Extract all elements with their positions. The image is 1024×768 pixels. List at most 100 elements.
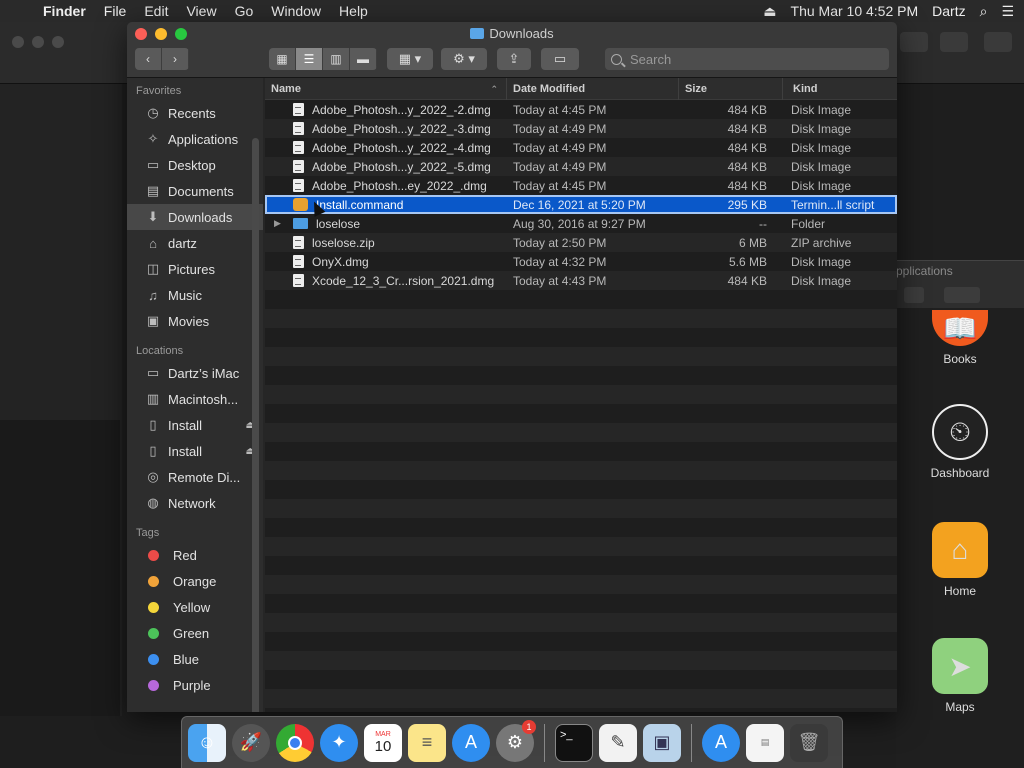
table-row[interactable]: loselose.zip Today at 2:50 PM 6 MB ZIP arch… [265, 233, 897, 252]
file-name-cell: loselose.zip [265, 236, 507, 250]
locations-heading: Locations [136, 345, 184, 357]
menu-bar: Finder File Edit View Go Window Help ⏏ T… [0, 0, 1024, 22]
eject-menu-icon[interactable]: ⏏ [763, 3, 776, 20]
sidebar-item-pictures[interactable]: ◫ Pictures [127, 256, 263, 282]
sidebar-item-desktop[interactable]: ▭ Desktop [127, 152, 263, 178]
sidebar-tag-yellow[interactable]: Yellow [127, 594, 263, 620]
gallery-view-button[interactable]: ▬ [350, 48, 377, 70]
table-row[interactable]: Adobe_Photosh...y_2022_-5.dmg Today at 4:… [265, 157, 897, 176]
download-icon[interactable] [900, 32, 928, 52]
app-books[interactable]: 📖 Books [896, 310, 1024, 366]
share-button[interactable]: ⇪ [497, 48, 531, 70]
forward-button[interactable]: › [162, 48, 189, 70]
file-name: Install.command [316, 197, 404, 212]
textedit-icon[interactable]: ✎ [599, 723, 637, 762]
column-view-button[interactable]: ▥ [323, 48, 350, 70]
sidebar-item-network[interactable]: ◍ Network [127, 490, 263, 516]
table-row[interactable]: OnyX.dmg Today at 4:32 PM 5.6 MB Disk Image [265, 252, 897, 271]
trash-icon[interactable]: 🗑 [790, 723, 828, 762]
table-row[interactable]: Adobe_Photosh...y_2022_-3.dmg Today at 4:… [265, 119, 897, 138]
table-row[interactable]: Xcode_12_3_Cr...rsion_2021.dmg Today at 4… [265, 271, 897, 290]
spotlight-icon[interactable]: ⌕ [980, 3, 988, 20]
launchpad-icon[interactable]: 🚀 [232, 723, 270, 762]
tabs-icon[interactable] [984, 32, 1012, 52]
empty-row [265, 651, 897, 670]
app-dashboard[interactable]: ⏲ Dashboard [896, 404, 1024, 480]
menu-file[interactable]: File [95, 3, 136, 19]
menu-view[interactable]: View [177, 3, 225, 19]
sidebar-tag-purple[interactable]: Purple [127, 672, 263, 698]
group-button[interactable]: ▦ ▾ [387, 48, 433, 70]
documents-icon: ▤ [146, 183, 160, 198]
back-button[interactable]: ‹ [135, 48, 162, 70]
table-row[interactable]: Adobe_Photosh...ey_2022_.dmg Today at 4:4… [265, 176, 897, 195]
menu-help[interactable]: Help [330, 3, 377, 19]
sidebar-tag-green[interactable]: Green [127, 620, 263, 646]
menu-user[interactable]: Dartz [932, 3, 965, 19]
sidebar-item-imac[interactable]: ▭ Dartz’s iMac [127, 360, 263, 386]
app-store-icon[interactable]: A [702, 723, 740, 762]
menu-clock[interactable]: Thu Mar 10 4:52 PM [791, 3, 919, 19]
sidebar-item-install-1[interactable]: ▯ Install ⏏ [127, 412, 263, 438]
share-button[interactable] [904, 287, 924, 303]
menu-app-name[interactable]: Finder [34, 3, 95, 19]
sidebar-item-downloads[interactable]: ⬇ Downloads [127, 204, 263, 230]
empty-row [265, 385, 897, 404]
tag-button[interactable] [944, 287, 980, 303]
chrome-icon[interactable] [276, 723, 314, 762]
app-store-icon[interactable]: A [452, 723, 490, 762]
tag-button[interactable]: ▭ [541, 48, 579, 70]
finder-window: Downloads ‹ › ▦ ☰ ▥ ▬ ▦ ▾ ⚙ ▾ ⇪ ▭ Search… [127, 22, 897, 712]
menu-edit[interactable]: Edit [135, 3, 177, 19]
sidebar-scrollbar[interactable] [252, 138, 259, 712]
sidebar-item-recents[interactable]: ◷ Recents [127, 100, 263, 126]
finder-icon[interactable]: ☺ [188, 723, 226, 762]
column-header-kind[interactable]: Kind [783, 78, 897, 100]
file-date: Today at 2:50 PM [513, 235, 607, 250]
preview-icon[interactable]: ▣ [643, 723, 681, 762]
file-kind: Disk Image [791, 121, 852, 136]
column-header-name[interactable]: Name ⌃ [265, 78, 507, 100]
sidebar-item-music[interactable]: ♫ Music [127, 282, 263, 308]
terminal-icon[interactable]: >_ [555, 723, 593, 762]
sidebar-item-movies[interactable]: ▣ Movies [127, 308, 263, 334]
icon-view-button[interactable]: ▦ [269, 48, 296, 70]
table-row[interactable]: Install.command Dec 16, 2021 at 5:20 PM 29… [265, 195, 897, 214]
sidebar-item-install-2[interactable]: ▯ Install ⏏ [127, 438, 263, 464]
sidebar-tag-orange[interactable]: Orange [127, 568, 263, 594]
sidebar-item-documents[interactable]: ▤ Documents [127, 178, 263, 204]
action-gear-button[interactable]: ⚙ ▾ [441, 48, 487, 70]
calendar-icon[interactable]: MAR 10 [364, 723, 402, 762]
empty-row [265, 518, 897, 537]
menu-window[interactable]: Window [262, 3, 330, 19]
file-kind: Termin...ll script [791, 197, 875, 212]
sidebar-tag-blue[interactable]: Blue [127, 646, 263, 672]
sidebar: Favorites ◷ Recents ✧ Applications ▭ Deskto… [127, 78, 263, 712]
app-home[interactable]: ⌂ Home [896, 522, 1024, 598]
safari-icon[interactable]: ✦ [320, 723, 358, 762]
table-row[interactable]: Adobe_Photosh...y_2022_-4.dmg Today at 4:… [265, 138, 897, 157]
sidebar-item-applications[interactable]: ✧ Applications [127, 126, 263, 152]
notification-center-icon[interactable]: ☰ [1001, 3, 1014, 20]
disclosure-triangle-icon[interactable]: ▶ [274, 218, 281, 229]
column-header-size[interactable]: Size [679, 78, 783, 100]
file-name-cell: Adobe_Photosh...ey_2022_.dmg [265, 179, 507, 193]
sidebar-item-dartz[interactable]: ⌂ dartz [127, 230, 263, 256]
search-field[interactable]: Search [605, 48, 889, 70]
menu-go[interactable]: Go [226, 3, 263, 19]
file-name: loselose [316, 216, 361, 231]
sidebar-item-macintosh-hd[interactable]: ▥ Macintosh... [127, 386, 263, 412]
notes-icon[interactable]: ≡ [408, 723, 446, 762]
table-row[interactable]: ▶ loselose Aug 30, 2016 at 9:27 PM -- Folder [265, 214, 897, 233]
spell-doc-icon[interactable]: ▤ [746, 723, 784, 762]
share-icon[interactable] [940, 32, 968, 52]
column-header-date[interactable]: Date Modified [507, 78, 679, 100]
table-row[interactable]: Adobe_Photosh...y_2022_-2.dmg Today at 4:… [265, 100, 897, 119]
system-preferences-icon[interactable]: ⚙ 1 [496, 719, 536, 762]
folder-icon [293, 218, 308, 229]
list-view-button[interactable]: ☰ [296, 48, 323, 70]
sidebar-item-remote-disc[interactable]: ◎ Remote Di... [127, 464, 263, 490]
app-maps[interactable]: ➤ Maps [896, 638, 1024, 714]
sidebar-tag-red[interactable]: Red [127, 542, 263, 568]
file-size: 295 KB [727, 197, 767, 212]
